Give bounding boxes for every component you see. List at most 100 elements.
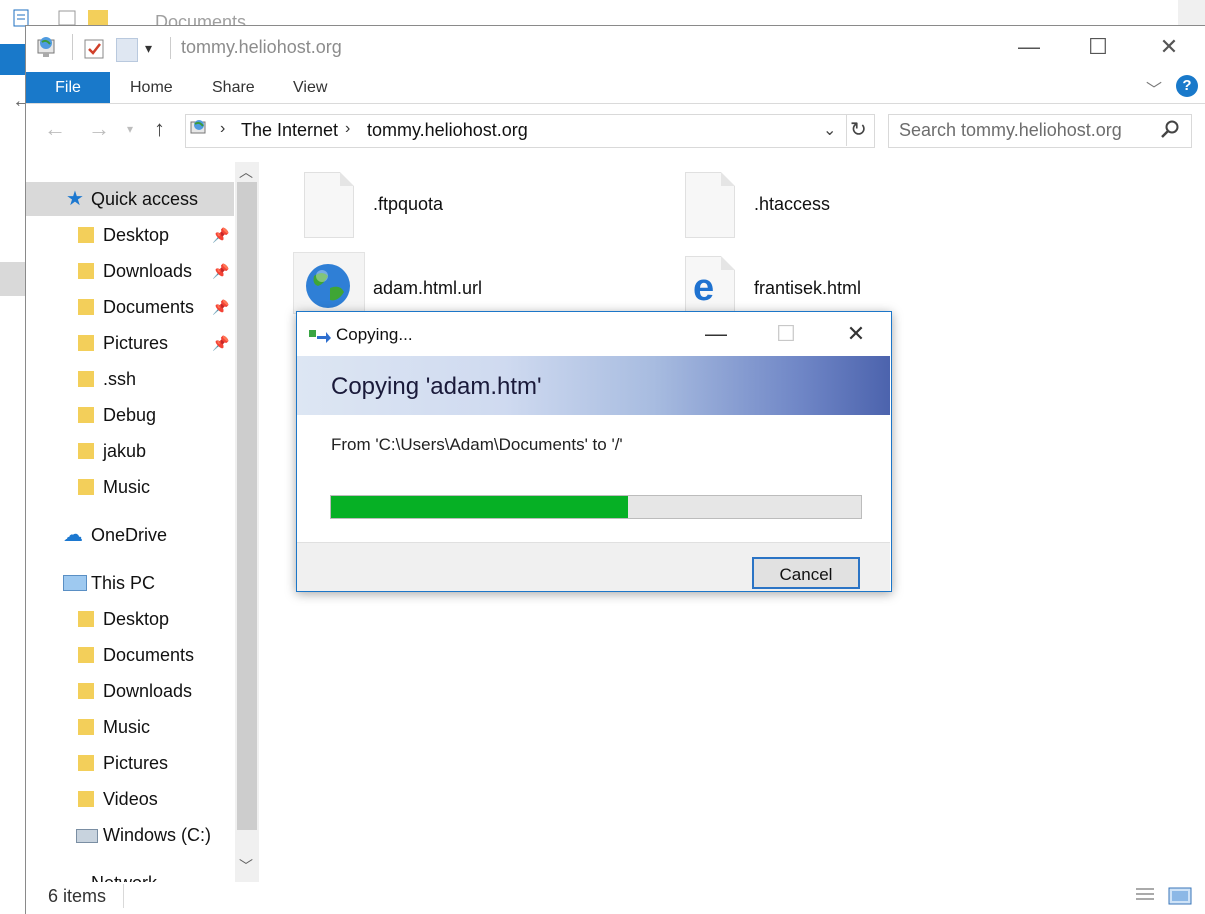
sidebar-item-label: OneDrive [91, 525, 168, 545]
sidebar-item-label: Downloads [103, 681, 193, 701]
sidebar-item-this-pc[interactable]: This PC [26, 566, 234, 600]
sidebar-item-pictures[interactable]: Pictures 📌 [26, 326, 234, 360]
details-view-icon[interactable] [1134, 886, 1156, 909]
pin-icon[interactable]: 📌 [212, 218, 229, 252]
sidebar-item-pc-desktop[interactable]: Desktop [26, 602, 234, 636]
sidebar-item-label: Documents [103, 297, 195, 317]
sidebar-item-label: This PC [91, 573, 156, 593]
sidebar-item-ssh[interactable]: .ssh [26, 362, 234, 396]
title-separator [170, 37, 171, 59]
cancel-button[interactable]: Cancel [752, 557, 860, 589]
status-separator [123, 884, 124, 908]
address-separator [846, 114, 847, 146]
sidebar-item-jakub[interactable]: jakub [26, 434, 234, 468]
ribbon-divider [26, 103, 1205, 104]
recent-locations-icon[interactable]: ▾ [127, 122, 133, 136]
pictures-folder-icon [78, 335, 94, 351]
up-arrow-icon[interactable]: ↑ [154, 116, 165, 142]
nav-scrollbar-thumb[interactable] [237, 182, 257, 830]
folder-icon [78, 407, 94, 423]
drive-icon [76, 829, 98, 843]
search-icon[interactable] [1160, 119, 1180, 144]
dialog-close-button[interactable]: ✕ [833, 318, 879, 350]
scroll-up-icon[interactable]: ︿ [239, 162, 253, 182]
folder-icon [78, 371, 94, 387]
svg-text:e: e [693, 270, 714, 304]
qat-dropdown-icon[interactable]: ▾ [145, 40, 152, 57]
sidebar-item-label: Pictures [103, 753, 169, 773]
pictures-folder-icon [78, 755, 94, 771]
back-arrow-icon[interactable]: ← [44, 116, 66, 142]
scroll-down-icon[interactable]: ﹀ [239, 856, 253, 876]
properties-icon[interactable] [83, 38, 105, 65]
copy-icon [308, 326, 332, 349]
sidebar-item-pc-pictures[interactable]: Pictures [26, 746, 234, 780]
pin-icon[interactable]: 📌 [212, 326, 229, 360]
background-selected-item [0, 262, 26, 296]
sidebar-item-documents[interactable]: Documents 📌 [26, 290, 234, 324]
breadcrumb-current[interactable]: tommy.heliohost.org [367, 120, 528, 141]
tab-home[interactable]: Home [130, 72, 173, 103]
copy-source-destination: From 'C:\Users\Adam\Documents' to '/' [331, 435, 623, 454]
breadcrumb-the-internet[interactable]: The Internet [241, 120, 338, 141]
sidebar-item-pc-downloads[interactable]: Downloads [26, 674, 234, 708]
new-folder-icon[interactable] [116, 38, 138, 62]
maximize-button[interactable]: ☐ [1075, 30, 1121, 64]
sidebar-item-pc-music[interactable]: Music [26, 710, 234, 744]
qat-separator [72, 34, 73, 60]
tab-view[interactable]: View [293, 72, 327, 103]
help-icon[interactable]: ? [1176, 75, 1198, 97]
tab-file[interactable]: File [26, 72, 110, 103]
blank-file-icon [685, 172, 735, 238]
sidebar-item-label: Quick access [91, 189, 199, 209]
sidebar-item-downloads[interactable]: Downloads 📌 [26, 254, 234, 288]
sidebar-item-music[interactable]: Music [26, 470, 234, 504]
sidebar-item-debug[interactable]: Debug [26, 398, 234, 432]
breadcrumb-separator-icon[interactable]: › [220, 120, 225, 138]
background-file-tab [0, 44, 26, 75]
file-name: .ftpquota [373, 194, 444, 214]
videos-folder-icon [78, 791, 94, 807]
copy-progress-fill [331, 496, 628, 518]
edge-icon: e [693, 270, 714, 304]
search-input[interactable]: Search tommy.heliohost.org [899, 120, 1122, 141]
sidebar-item-onedrive[interactable]: ☁ OneDrive [26, 518, 234, 552]
sidebar-item-label: Desktop [103, 225, 170, 245]
documents-folder-icon [78, 299, 94, 315]
forward-arrow-icon[interactable]: → [88, 116, 110, 142]
close-button[interactable]: ✕ [1146, 30, 1192, 64]
sidebar-item-pc-videos[interactable]: Videos [26, 782, 234, 816]
sidebar-item-label: Downloads [103, 261, 193, 281]
expand-ribbon-icon[interactable]: ﹀ [1146, 76, 1162, 100]
sidebar-item-label: jakub [103, 441, 147, 461]
file-name: frantisek.html [754, 278, 862, 298]
sidebar-item-label: Videos [103, 789, 158, 809]
status-item-count: 6 items [48, 886, 107, 906]
tab-share[interactable]: Share [212, 72, 255, 103]
downloads-folder-icon [78, 683, 94, 699]
computer-icon [63, 575, 87, 591]
sidebar-item-label: Documents [103, 645, 195, 665]
large-icons-view-icon[interactable] [1168, 886, 1192, 911]
breadcrumb-separator-icon[interactable]: › [345, 120, 350, 138]
address-dropdown-icon[interactable]: ⌄ [823, 120, 836, 140]
minimize-button[interactable]: — [1006, 30, 1052, 64]
sidebar-item-pc-documents[interactable]: Documents [26, 638, 234, 672]
sidebar-item-desktop[interactable]: Desktop 📌 [26, 218, 234, 252]
sidebar-item-label: Desktop [103, 609, 170, 629]
sidebar-item-label: .ssh [103, 369, 137, 389]
copy-progress-bar [330, 495, 862, 519]
pin-icon[interactable]: 📌 [212, 254, 229, 288]
pin-icon[interactable]: 📌 [212, 290, 229, 324]
music-folder-icon [78, 479, 94, 495]
window-title: tommy.heliohost.org [181, 37, 342, 57]
sidebar-item-windows-c[interactable]: Windows (C:) [26, 818, 234, 852]
dialog-minimize-button[interactable]: — [693, 318, 739, 350]
star-icon: ★ [66, 188, 84, 210]
sidebar-item-quick-access[interactable]: ★ Quick access [26, 182, 234, 216]
sidebar-item-label: Music [103, 717, 151, 737]
sidebar-item-network[interactable]: Network [26, 866, 234, 882]
refresh-icon[interactable]: ↻ [850, 117, 867, 142]
network-location-small-icon [190, 117, 210, 144]
blank-file-icon [304, 172, 354, 238]
